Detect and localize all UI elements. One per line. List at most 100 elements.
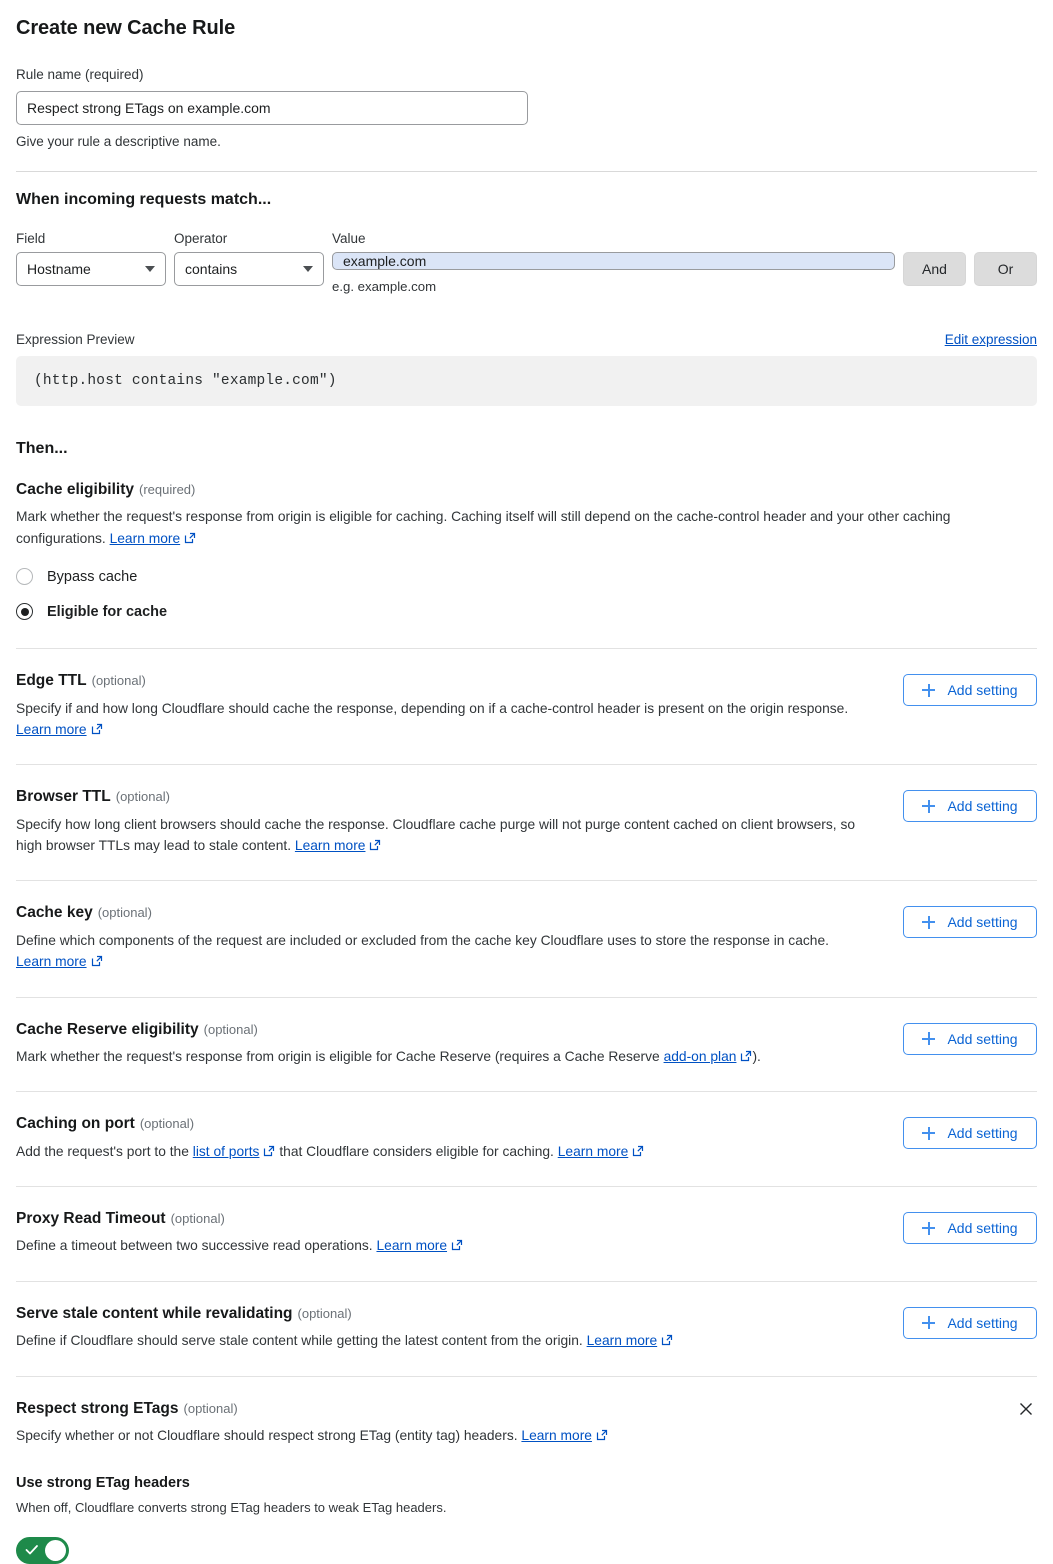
rule-name-label: Rule name (required)	[16, 67, 144, 82]
add-setting-label: Add setting	[947, 1030, 1018, 1047]
cache-eligibility-title: Cache eligibility	[16, 481, 135, 499]
operator-label: Operator	[174, 231, 228, 247]
setting-title: Serve stale content while revalidating	[16, 1304, 293, 1322]
radio-eligible-for-cache[interactable]: Eligible for cache	[16, 603, 1037, 621]
setting-title: Caching on port	[16, 1115, 135, 1133]
then-heading: Then...	[16, 440, 68, 458]
add-setting-label: Add setting	[947, 1125, 1018, 1142]
optional-tag: (optional)	[170, 1211, 225, 1227]
setting-description-text: Specify how long client browsers should …	[16, 816, 856, 854]
add-setting-button-proxy-read-timeout[interactable]: Add setting	[903, 1212, 1037, 1245]
then-section: Then... Cache eligibility (required) Mark…	[16, 440, 1037, 1564]
match-section: When incoming requests match... Field Op…	[16, 172, 1037, 294]
learn-more-link[interactable]: Learn more	[587, 1333, 674, 1348]
setting-serve-stale-content: Serve stale content while revalidating (o…	[16, 1282, 1037, 1376]
setting-edge-ttl: Edge TTL (optional) Specify if and how lo…	[16, 649, 1037, 764]
optional-tag: (optional)	[183, 1400, 238, 1416]
setting-description: Specify if and how long Cloudflare shoul…	[16, 698, 879, 742]
optional-tag: (optional)	[97, 905, 152, 921]
add-setting-button-browser-ttl[interactable]: Add setting	[903, 790, 1037, 823]
setting-description: Specify how long client browsers should …	[16, 814, 879, 858]
expression-preview-label: Expression Preview	[16, 332, 135, 348]
external-link-icon	[184, 529, 196, 550]
add-on-plan-link[interactable]: add-on plan	[664, 1049, 753, 1064]
edit-expression-link[interactable]: Edit expression	[945, 332, 1037, 347]
plus-icon	[922, 1221, 936, 1235]
cache-eligibility-setting: Cache eligibility (required) Mark whether…	[16, 480, 1037, 621]
external-link-icon	[263, 1142, 275, 1163]
setting-description: Define which components of the request a…	[16, 930, 879, 974]
add-setting-button-caching-on-port[interactable]: Add setting	[903, 1117, 1037, 1150]
plus-icon	[922, 683, 936, 697]
plus-icon	[922, 799, 936, 813]
and-button[interactable]: And	[903, 252, 966, 287]
use-strong-etag-headers-toggle[interactable]	[16, 1537, 69, 1564]
check-icon	[25, 1543, 38, 1556]
optional-tag: (optional)	[139, 1116, 195, 1132]
setting-description-text: Mark whether the request's response from…	[16, 1048, 660, 1064]
plus-icon	[922, 1316, 936, 1330]
learn-more-link[interactable]: Learn more	[376, 1238, 463, 1253]
learn-more-link[interactable]: Learn more	[295, 838, 382, 853]
use-strong-etag-headers-label: Use strong ETag headers	[16, 1475, 190, 1492]
etags-description: Specify whether or not Cloudflare should…	[16, 1425, 608, 1447]
learn-more-link[interactable]: Learn more	[16, 722, 103, 737]
add-setting-button-serve-stale[interactable]: Add setting	[903, 1306, 1037, 1339]
learn-more-link[interactable]: Learn more	[521, 1428, 608, 1443]
add-setting-button-cache-key[interactable]: Add setting	[903, 906, 1037, 939]
add-setting-label: Add setting	[947, 1220, 1018, 1237]
or-button[interactable]: Or	[974, 252, 1037, 287]
value-hint: e.g. example.com	[332, 279, 437, 295]
cache-eligibility-learn-more-link[interactable]: Learn more	[110, 531, 197, 546]
field-select[interactable]: Hostname	[16, 252, 166, 287]
setting-respect-strong-etags: Respect strong ETags (optional) Specify w…	[16, 1377, 1037, 1564]
condition-labels: Field Operator Value	[16, 231, 1037, 246]
list-of-ports-link[interactable]: list of ports	[193, 1144, 276, 1159]
radio-icon-selected	[16, 603, 33, 621]
condition-row: Hostname contains e.g. example.com And O…	[16, 252, 1037, 294]
learn-more-link[interactable]: Learn more	[558, 1144, 645, 1159]
operator-select[interactable]: contains	[174, 252, 324, 287]
operator-select-value: contains	[185, 261, 238, 278]
rule-name-input[interactable]	[16, 90, 528, 125]
learn-more-label: Learn more	[16, 721, 87, 737]
learn-more-label: Learn more	[16, 954, 87, 970]
cache-eligibility-description: Mark whether the request's response from…	[16, 506, 1031, 550]
setting-title: Proxy Read Timeout	[16, 1210, 166, 1228]
radio-icon	[16, 568, 33, 586]
plus-icon	[922, 915, 936, 929]
external-link-icon	[369, 836, 381, 857]
setting-proxy-read-timeout: Proxy Read Timeout (optional) Define a ti…	[16, 1187, 1037, 1281]
radio-bypass-cache[interactable]: Bypass cache	[16, 568, 1037, 586]
setting-description-text: Specify if and how long Cloudflare shoul…	[16, 700, 849, 716]
setting-title: Edge TTL	[16, 672, 87, 690]
learn-more-label: Learn more	[109, 530, 181, 546]
setting-description-text: Define a timeout between two successive …	[16, 1238, 373, 1254]
value-input[interactable]	[332, 252, 895, 271]
chevron-down-icon	[145, 266, 155, 273]
setting-description-text: Define which components of the request a…	[16, 932, 829, 948]
expression-preview-text: (http.host contains "example.com")	[16, 356, 1037, 407]
expression-preview-section: Expression Preview Edit expression (http…	[16, 332, 1037, 407]
setting-browser-ttl: Browser TTL (optional) Specify how long c…	[16, 765, 1037, 880]
setting-description: Mark whether the request's response from…	[16, 1046, 879, 1068]
close-icon	[1017, 1403, 1035, 1421]
learn-more-link[interactable]: Learn more	[16, 954, 103, 969]
add-setting-button-edge-ttl[interactable]: Add setting	[903, 674, 1037, 707]
setting-cache-reserve-eligibility: Cache Reserve eligibility (optional) Mark…	[16, 998, 1037, 1092]
value-label: Value	[332, 231, 366, 247]
add-setting-label: Add setting	[947, 682, 1018, 699]
external-link-icon	[91, 720, 103, 741]
remove-etags-setting-button[interactable]	[1015, 1400, 1037, 1422]
optional-tag: (optional)	[203, 1021, 258, 1037]
etags-title: Respect strong ETags	[16, 1399, 179, 1417]
setting-caching-on-port: Caching on port (optional) Add the reques…	[16, 1092, 1037, 1186]
plus-icon	[922, 1032, 936, 1046]
radio-eligible-for-cache-label: Eligible for cache	[47, 603, 168, 620]
add-setting-label: Add setting	[947, 914, 1018, 931]
setting-description: Define if Cloudflare should serve stale …	[16, 1330, 879, 1352]
setting-description: Define a timeout between two successive …	[16, 1235, 879, 1257]
learn-more-label: Learn more	[557, 1143, 629, 1159]
learn-more-label: Learn more	[376, 1238, 448, 1254]
add-setting-button-cache-reserve[interactable]: Add setting	[903, 1022, 1037, 1055]
